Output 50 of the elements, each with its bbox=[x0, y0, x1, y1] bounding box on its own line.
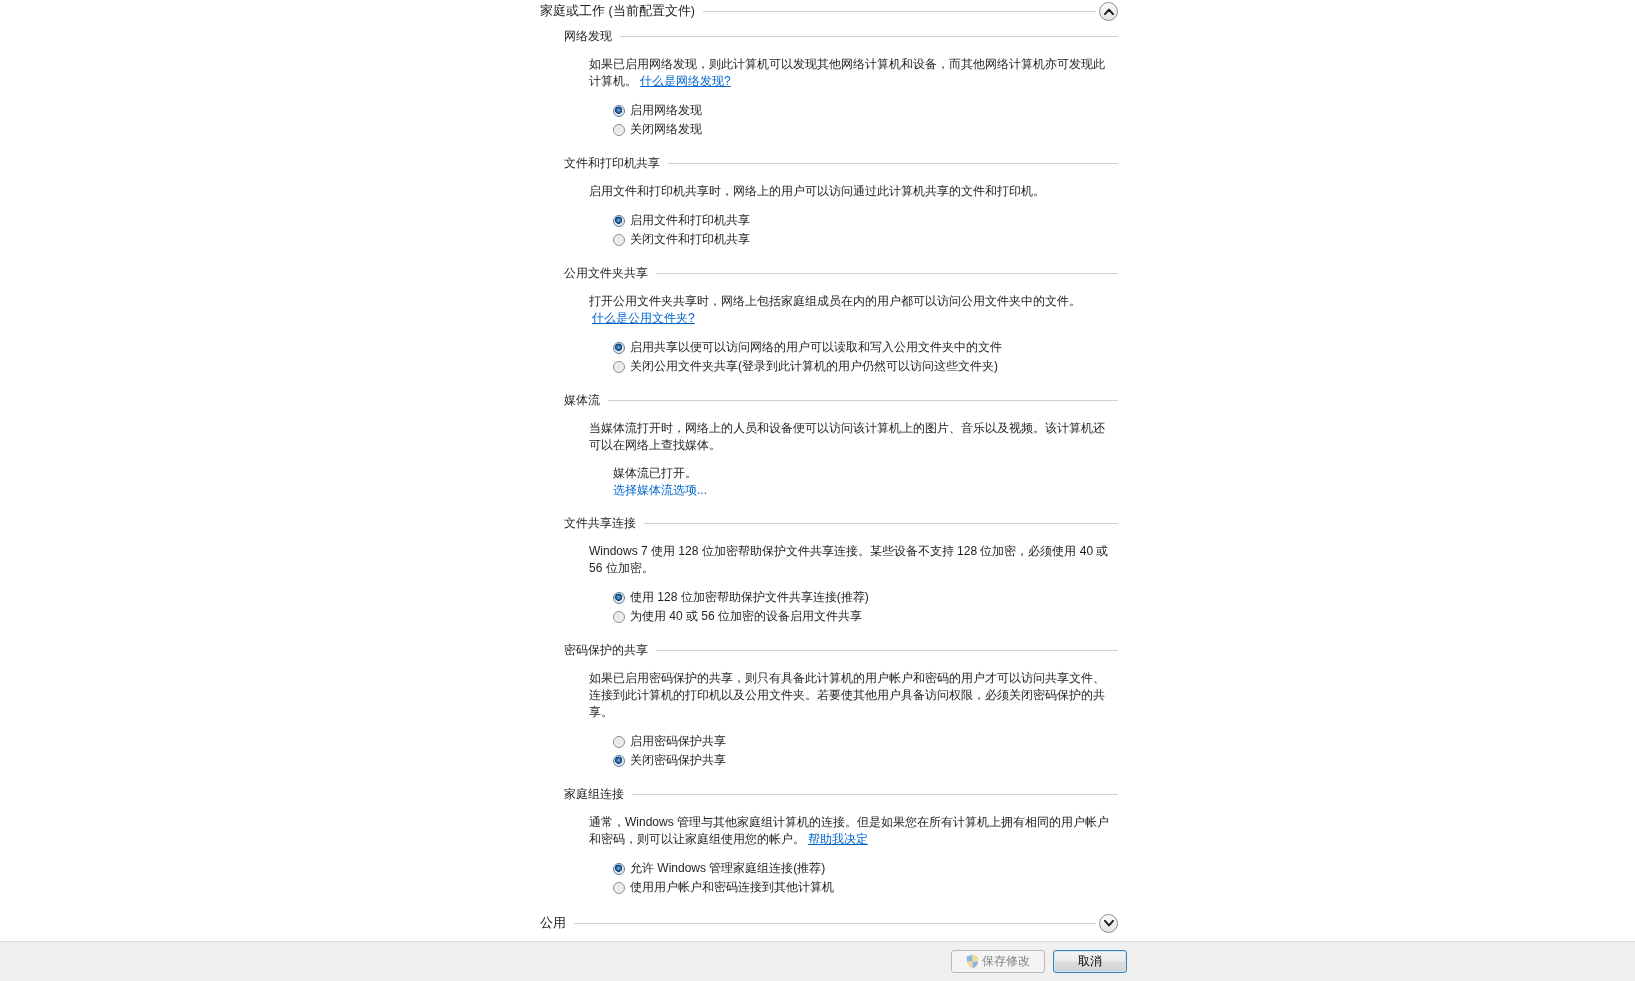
radio-button[interactable] bbox=[613, 610, 625, 623]
radio-button[interactable] bbox=[613, 104, 625, 117]
radio-label[interactable]: 关闭网络发现 bbox=[630, 121, 702, 138]
radio-button[interactable] bbox=[613, 591, 625, 604]
profile-title: 家庭或工作 (当前配置文件) bbox=[540, 3, 695, 19]
radio-label[interactable]: 允许 Windows 管理家庭组连接(推荐) bbox=[630, 860, 826, 877]
radio-button[interactable] bbox=[613, 862, 625, 875]
radio-label[interactable]: 关闭文件和打印机共享 bbox=[630, 231, 750, 248]
radio-button[interactable] bbox=[613, 341, 625, 354]
description-text: 如果已启用密码保护的共享，则只有具备此计算机的用户帐户和密码的用户才可以访问共享文件、连接到此计算机的打印机以及公用文件夹。若要使其他用户具备访问权限，必须关闭密码保护的共享。 bbox=[589, 670, 1106, 721]
expand-button[interactable] bbox=[1099, 913, 1118, 933]
section-heading: 密码保护的共享 bbox=[564, 642, 648, 658]
radio-button[interactable] bbox=[613, 881, 625, 894]
radio-label[interactable]: 启用密码保护共享 bbox=[630, 733, 726, 750]
radio-label[interactable]: 为使用 40 或 56 位加密的设备启用文件共享 bbox=[630, 608, 863, 625]
radio-button[interactable] bbox=[613, 735, 625, 748]
radio-button[interactable] bbox=[613, 754, 625, 767]
description-text: 如果已启用网络发现，则此计算机可以发现其他网络计算机和设备，而其他网络计算机亦可发现此计算机。 什么是网络发现? bbox=[589, 56, 1106, 90]
radio-label[interactable]: 关闭公用文件夹共享(登录到此计算机的用户仍然可以访问这些文件夹) bbox=[630, 358, 998, 375]
section-heading: 文件共享连接 bbox=[564, 515, 636, 531]
radio-label[interactable]: 启用文件和打印机共享 bbox=[630, 212, 750, 229]
help-link[interactable]: 什么是网络发现? bbox=[640, 74, 731, 88]
radio-button[interactable] bbox=[613, 360, 625, 373]
radio-label[interactable]: 启用共享以便可以访问网络的用户可以读取和写入公用文件夹中的文件 bbox=[630, 339, 1002, 356]
description-text: Windows 7 使用 128 位加密帮助保护文件共享连接。某些设备不支持 128 位加密，必须使用 40 或 56 位加密。 bbox=[589, 543, 1110, 577]
section-heading: 文件和打印机共享 bbox=[564, 155, 660, 171]
cancel-button[interactable]: 取消 bbox=[1053, 950, 1127, 973]
section-heading: 网络发现 bbox=[564, 28, 612, 44]
radio-button[interactable] bbox=[613, 214, 625, 227]
radio-button[interactable] bbox=[613, 123, 625, 136]
section-heading: 媒体流 bbox=[564, 392, 600, 408]
chevron-down-icon bbox=[1103, 919, 1114, 927]
options-link[interactable]: 选择媒体流选项... bbox=[613, 482, 707, 499]
section-heading: 家庭组连接 bbox=[564, 786, 624, 802]
radio-label[interactable]: 使用用户帐户和密码连接到其他计算机 bbox=[630, 879, 834, 896]
section-heading: 公用文件夹共享 bbox=[564, 265, 648, 281]
radio-button[interactable] bbox=[613, 233, 625, 246]
help-link[interactable]: 什么是公用文件夹? bbox=[592, 311, 695, 325]
radio-label[interactable]: 关闭密码保护共享 bbox=[630, 752, 726, 769]
description-text: 当媒体流打开时，网络上的人员和设备便可以访问该计算机上的图片、音乐以及视频。该计算机还可以在网络上查找媒体。 bbox=[589, 420, 1106, 454]
description-text: 通常，Windows 管理与其他家庭组计算机的连接。但是如果您在所有计算机上拥有相同的用户帐户和密码，则可以让家庭组使用您的帐户。 帮助我决定 bbox=[589, 814, 1110, 848]
profile-title: 公用 bbox=[540, 915, 566, 931]
description-text: 打开公用文件夹共享时，网络上包括家庭组成员在内的用户都可以访问公用文件夹中的文件。 什么是公用文件夹? bbox=[589, 293, 1082, 327]
collapse-button[interactable] bbox=[1099, 1, 1118, 21]
status-text: 媒体流已打开。 bbox=[613, 465, 697, 482]
help-link[interactable]: 帮助我决定 bbox=[808, 832, 868, 846]
radio-label[interactable]: 启用网络发现 bbox=[630, 102, 702, 119]
description-text: 启用文件和打印机共享时，网络上的用户可以访问通过此计算机共享的文件和打印机。 bbox=[589, 183, 1046, 200]
radio-label[interactable]: 使用 128 位加密帮助保护文件共享连接(推荐) bbox=[630, 589, 869, 606]
chevron-up-icon bbox=[1103, 7, 1114, 15]
